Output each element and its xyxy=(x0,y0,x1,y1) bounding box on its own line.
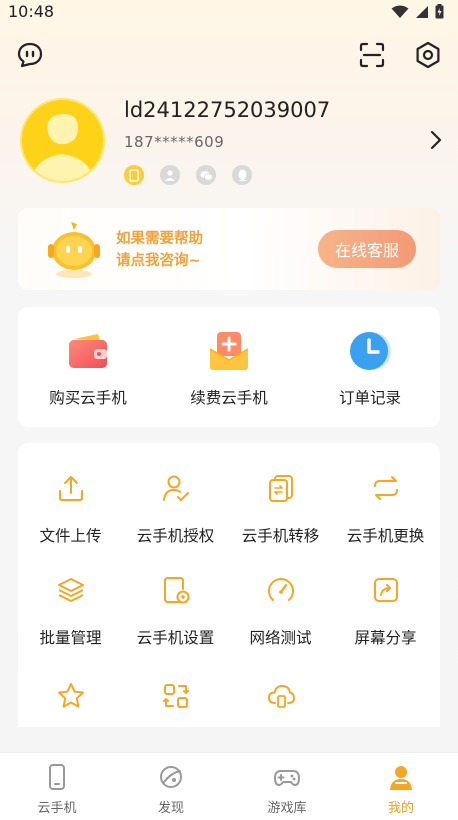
status-bar: 10:48 xyxy=(0,0,458,26)
tool-label: 屏幕分享 xyxy=(354,629,417,647)
file-upload-tool[interactable]: 文件上传 xyxy=(18,443,123,545)
settings-icon xyxy=(163,577,189,604)
help-text: 如果需要帮助 请点我咨询~ xyxy=(116,228,203,272)
batch-manage-tool[interactable]: 批量管理 xyxy=(18,545,123,647)
orders-card: 购买云手机 续费云手机 订单记录 xyxy=(18,307,440,427)
tab-label: 我的 xyxy=(387,801,414,816)
wallet-icon xyxy=(69,334,107,368)
replace-icon xyxy=(373,476,398,500)
order-label: 续费云手机 xyxy=(190,389,268,407)
tab-game-library[interactable]: 游戏库 xyxy=(230,753,344,820)
account-bindings xyxy=(124,165,252,185)
share-icon xyxy=(373,578,398,602)
clock-icon xyxy=(350,332,391,370)
order-label: 购买云手机 xyxy=(49,389,127,407)
user-avatar-icon xyxy=(32,114,94,181)
help-line-2: 请点我咨询~ xyxy=(116,253,201,269)
profile-chevron-right-icon[interactable] xyxy=(428,128,444,152)
tool-label: 批量管理 xyxy=(39,629,102,647)
wifi-icon xyxy=(391,5,409,18)
transfer-tool[interactable]: 云手机转移 xyxy=(228,443,333,545)
planet-icon xyxy=(160,766,182,788)
tool-label: 云手机授权 xyxy=(136,527,215,545)
scan-button[interactable] xyxy=(357,40,387,70)
tab-mine[interactable]: 我的 xyxy=(344,753,458,820)
tools-card: 文件上传 云手机授权 云手机转移 云手机更换 批量管理 云手机设置 网络测试 屏… xyxy=(18,443,440,727)
cloud-phone-icon xyxy=(267,684,295,708)
upload-icon xyxy=(58,476,83,501)
status-icons xyxy=(391,4,444,19)
tab-cloud-phone[interactable]: 云手机 xyxy=(0,753,114,820)
tool-label: 网络测试 xyxy=(249,629,312,647)
tab-label: 发现 xyxy=(157,801,184,816)
help-line-1: 如果需要帮助 xyxy=(116,231,203,247)
tab-discover[interactable]: 发现 xyxy=(114,753,228,820)
help-card[interactable]: 如果需要帮助 请点我咨询~ 在线客服 xyxy=(18,208,440,290)
avatar[interactable] xyxy=(20,98,105,183)
qq-bind-icon[interactable] xyxy=(232,165,252,185)
robot-mascot-icon xyxy=(48,222,100,278)
tool-label: 云手机转移 xyxy=(241,527,320,545)
person-bind-icon[interactable] xyxy=(160,165,180,185)
scan-icon xyxy=(359,42,385,68)
network-test-tool[interactable]: 网络测试 xyxy=(228,545,333,647)
renew-cloud-phone-item[interactable]: 续费云手机 xyxy=(159,307,299,427)
chat-bubble-icon xyxy=(17,42,43,68)
gamepad-icon xyxy=(274,770,300,786)
settings-button[interactable] xyxy=(413,40,443,70)
phone-settings-tool[interactable]: 云手机设置 xyxy=(123,545,228,647)
authorize-tool[interactable]: 云手机授权 xyxy=(123,443,228,545)
replace-tool[interactable]: 云手机更换 xyxy=(333,443,438,545)
bottom-tab-bar: 云手机 发现 游戏库 我的 xyxy=(0,752,458,820)
phone-bound-icon[interactable] xyxy=(124,165,144,185)
transfer-icon xyxy=(268,475,293,502)
star-icon xyxy=(57,683,84,708)
wechat-bind-icon[interactable] xyxy=(196,165,216,185)
phone-icon xyxy=(49,764,65,790)
tab-label: 云手机 xyxy=(37,801,77,816)
speedometer-icon xyxy=(267,578,294,601)
order-label: 订单记录 xyxy=(338,389,401,407)
hexagon-settings-icon xyxy=(416,41,440,69)
message-button[interactable] xyxy=(15,40,45,70)
tool-label: 云手机设置 xyxy=(136,629,215,647)
renew-icon xyxy=(209,332,249,370)
signal-icon xyxy=(416,5,428,18)
favorite-tool[interactable] xyxy=(18,651,123,727)
buy-cloud-phone-item[interactable]: 购买云手机 xyxy=(18,307,158,427)
status-time: 10:48 xyxy=(8,2,55,21)
cloud-phone-tool[interactable] xyxy=(228,651,333,727)
authorize-icon xyxy=(162,475,189,501)
profile-icon xyxy=(390,766,412,790)
switch-icon xyxy=(162,684,189,708)
tool-label: 云手机更换 xyxy=(346,527,425,545)
switch-tool[interactable] xyxy=(123,651,228,727)
online-service-button[interactable]: 在线客服 xyxy=(318,230,416,268)
order-records-item[interactable]: 订单记录 xyxy=(300,307,440,427)
screen-share-tool[interactable]: 屏幕分享 xyxy=(333,545,438,647)
tool-label: 文件上传 xyxy=(39,527,102,545)
user-phone: 187*****609 xyxy=(124,133,225,151)
tab-label: 游戏库 xyxy=(267,801,307,816)
battery-icon xyxy=(435,4,444,19)
user-id: ld24122752039007 xyxy=(124,98,331,122)
layers-icon xyxy=(57,578,84,602)
